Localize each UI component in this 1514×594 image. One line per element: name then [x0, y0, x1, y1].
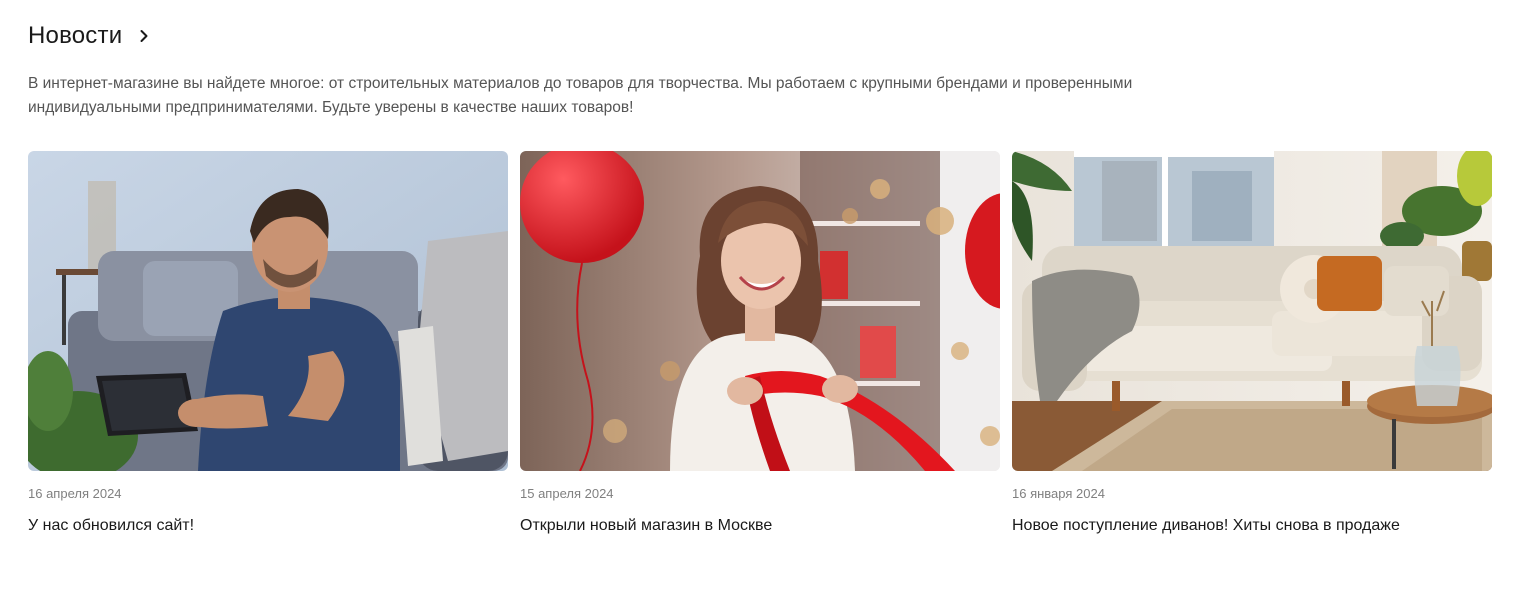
chevron-right-icon[interactable]	[138, 29, 150, 43]
news-card-image[interactable]	[1012, 151, 1492, 471]
woman-with-red-ribbon-photo	[520, 151, 1000, 471]
news-date: 15 апреля 2024	[520, 486, 614, 501]
news-cards-list: 16 апреля 2024 У нас обновился сайт! 15 …	[28, 151, 1492, 536]
news-header-link[interactable]: Новости	[28, 20, 150, 52]
news-title[interactable]: Новое поступление диванов! Хиты снова в …	[1012, 516, 1492, 536]
news-title[interactable]: У нас обновился сайт!	[28, 516, 508, 536]
news-section: Новости В интернет-магазине вы найдете м…	[0, 0, 1514, 594]
news-title[interactable]: Открыли новый магазин в Москве	[520, 516, 1000, 536]
section-description: В интернет-магазине вы найдете многое: о…	[28, 75, 1133, 116]
news-card-image[interactable]	[520, 151, 1000, 471]
man-with-tablet-photo	[28, 151, 508, 471]
beige-sofa-living-room-photo	[1012, 151, 1492, 471]
news-card-image[interactable]	[28, 151, 508, 471]
section-title: Новости	[28, 22, 123, 49]
news-card[interactable]: 16 апреля 2024 У нас обновился сайт!	[28, 151, 508, 536]
news-card[interactable]: 15 апреля 2024 Открыли новый магазин в М…	[520, 151, 1000, 536]
news-date: 16 апреля 2024	[28, 486, 122, 501]
news-date: 16 января 2024	[1012, 486, 1105, 501]
news-card[interactable]: 16 января 2024 Новое поступление диванов…	[1012, 151, 1492, 536]
